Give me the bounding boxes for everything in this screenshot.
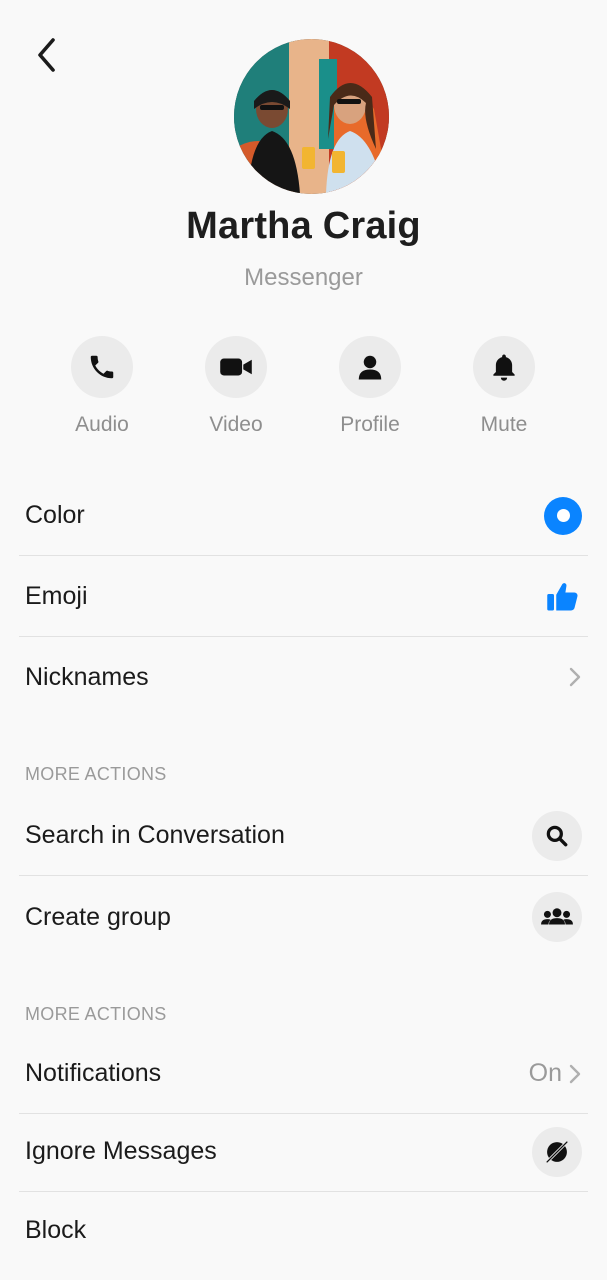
color-row[interactable]: Color (19, 476, 588, 556)
profile-label: Profile (340, 413, 400, 436)
emoji-indicator (544, 579, 582, 615)
mute-circle (473, 336, 535, 398)
mute-button[interactable]: Mute (444, 336, 564, 437)
audio-call-button[interactable]: Audio (42, 336, 162, 437)
phone-icon (90, 355, 114, 379)
group-icon-circle (532, 892, 582, 942)
profile-button[interactable]: Profile (310, 336, 430, 437)
chevron-right-icon (569, 667, 581, 687)
block-row[interactable]: Block (19, 1190, 588, 1270)
color-swatch-center (556, 509, 570, 522)
contact-subtitle: Messenger (244, 264, 363, 291)
ignore-messages-label: Ignore Messages (25, 1137, 217, 1165)
avatar-photo (234, 39, 389, 194)
conversation-settings-screen: Martha Craig Messenger Audio Video Profi… (0, 0, 607, 1280)
video-label: Video (209, 413, 263, 436)
quick-actions: Audio Video Profile Mute (0, 336, 607, 446)
video-call-button[interactable]: Video (176, 336, 296, 437)
create-group-label: Create group (25, 902, 171, 931)
emoji-label: Emoji (25, 582, 88, 610)
mute-label: Mute (480, 413, 528, 436)
section-header-more-actions: MORE ACTIONS (25, 764, 167, 784)
color-indicator (544, 496, 582, 535)
contact-name: Martha Craig (186, 205, 421, 247)
nicknames-label: Nicknames (25, 662, 149, 691)
ignore-icon-circle (532, 1126, 582, 1177)
group-icon (541, 908, 573, 925)
search-conversation-row[interactable]: Search in Conversation (19, 796, 588, 876)
back-button[interactable] (26, 34, 68, 76)
chevron-left-icon (38, 38, 55, 72)
audio-call-circle (71, 336, 133, 398)
person-icon (358, 355, 382, 380)
emoji-row[interactable]: Emoji (19, 557, 588, 637)
avatar[interactable] (234, 39, 389, 194)
search-conversation-label: Search in Conversation (25, 821, 285, 849)
color-label: Color (25, 501, 85, 529)
notifications-indicator: On (529, 1059, 582, 1088)
search-icon-circle (532, 810, 582, 861)
notifications-label: Notifications (25, 1059, 162, 1087)
video-camera-icon (220, 358, 252, 376)
nicknames-indicator (568, 666, 582, 688)
block-label: Block (25, 1215, 87, 1244)
create-group-row[interactable]: Create group (19, 877, 588, 957)
profile-circle (339, 336, 401, 398)
video-call-circle (205, 336, 267, 398)
nicknames-row[interactable]: Nicknames (19, 637, 588, 717)
search-icon (546, 825, 568, 846)
thumbs-up-icon (547, 582, 578, 610)
notifications-row[interactable]: Notifications On (19, 1034, 588, 1114)
ignore-messages-row[interactable]: Ignore Messages (19, 1112, 588, 1192)
section-header-more-actions-2: MORE ACTIONS (25, 1004, 167, 1024)
notifications-value: On (528, 1059, 562, 1087)
audio-label: Audio (75, 413, 129, 436)
hidden-message-icon (545, 1140, 569, 1163)
bell-icon (493, 354, 515, 381)
color-swatch-icon (544, 496, 582, 535)
chevron-right-icon (569, 1064, 581, 1083)
